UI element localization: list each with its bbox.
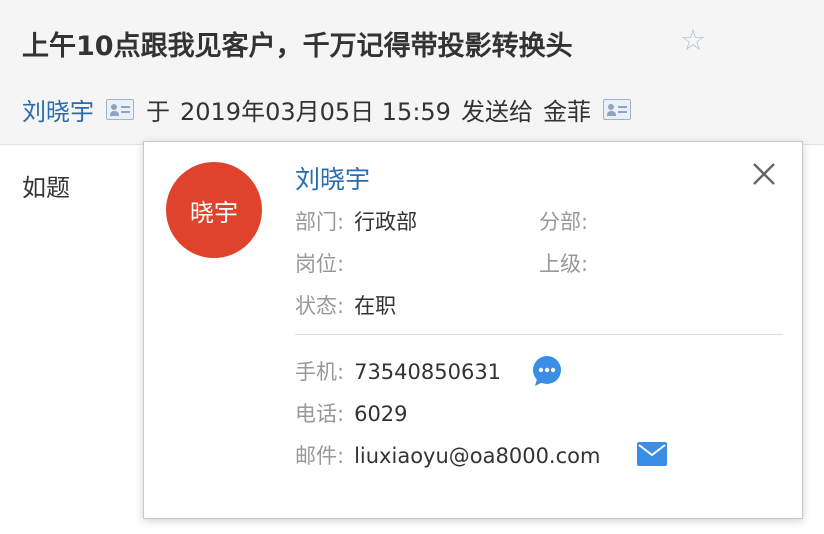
phone-label: 电话:	[295, 402, 345, 426]
department-row: 部门: 行政部	[295, 206, 417, 236]
chat-bubble-icon[interactable]	[531, 355, 563, 387]
email-row: 邮件: liuxiaoyu@oa8000.com	[295, 440, 600, 470]
sent-prefix: 于	[146, 98, 170, 126]
sent-time: 2019年03月05日 15:59	[180, 98, 451, 126]
email-meta: 刘晓宇 于 2019年03月05日 15:59 发送给 金菲	[22, 92, 643, 127]
position-label: 岗位:	[295, 252, 345, 276]
status-value: 在职	[354, 294, 397, 318]
branch-row: 分部:	[539, 206, 598, 236]
department-label: 部门:	[295, 210, 345, 234]
email-header: 上午10点跟我见客户，千万记得带投影转换头 ☆ 刘晓宇 于 2019年03月05…	[0, 0, 824, 145]
mobile-label: 手机:	[295, 360, 345, 384]
contact-name[interactable]: 刘晓宇	[295, 160, 370, 196]
email-value: liuxiaoyu@oa8000.com	[354, 444, 601, 468]
star-icon[interactable]: ☆	[680, 26, 706, 55]
mail-envelope-icon[interactable]	[636, 441, 668, 467]
branch-label: 分部:	[539, 210, 589, 234]
avatar: 晓宇	[166, 162, 262, 258]
phone-value: 6029	[354, 402, 408, 426]
mobile-row: 手机: 73540850631	[295, 356, 501, 386]
recipient-card-icon[interactable]	[602, 99, 631, 120]
mobile-value: 73540850631	[354, 360, 502, 384]
position-row: 岗位:	[295, 248, 354, 278]
sender-card-icon[interactable]	[106, 99, 134, 120]
recipient-link[interactable]: 金菲	[543, 92, 591, 127]
superior-label: 上级:	[539, 252, 589, 276]
email-subject: 上午10点跟我见客户，千万记得带投影转换头	[22, 31, 573, 62]
divider	[295, 334, 783, 335]
close-icon[interactable]	[750, 160, 778, 188]
sender-link[interactable]: 刘晓宇	[22, 92, 94, 127]
phone-row: 电话: 6029	[295, 398, 408, 428]
email-label: 邮件:	[295, 444, 345, 468]
superior-row: 上级:	[539, 248, 598, 278]
sent-to-label: 发送给	[460, 98, 533, 126]
status-row: 状态: 在职	[295, 290, 396, 320]
email-body: 如题	[22, 174, 70, 202]
contact-card-popup: 晓宇 刘晓宇 部门: 行政部 分部: 岗位: 上级: 状态: 在职 手机: 73540…	[143, 141, 803, 519]
status-label: 状态:	[295, 294, 345, 318]
department-value: 行政部	[354, 210, 418, 234]
